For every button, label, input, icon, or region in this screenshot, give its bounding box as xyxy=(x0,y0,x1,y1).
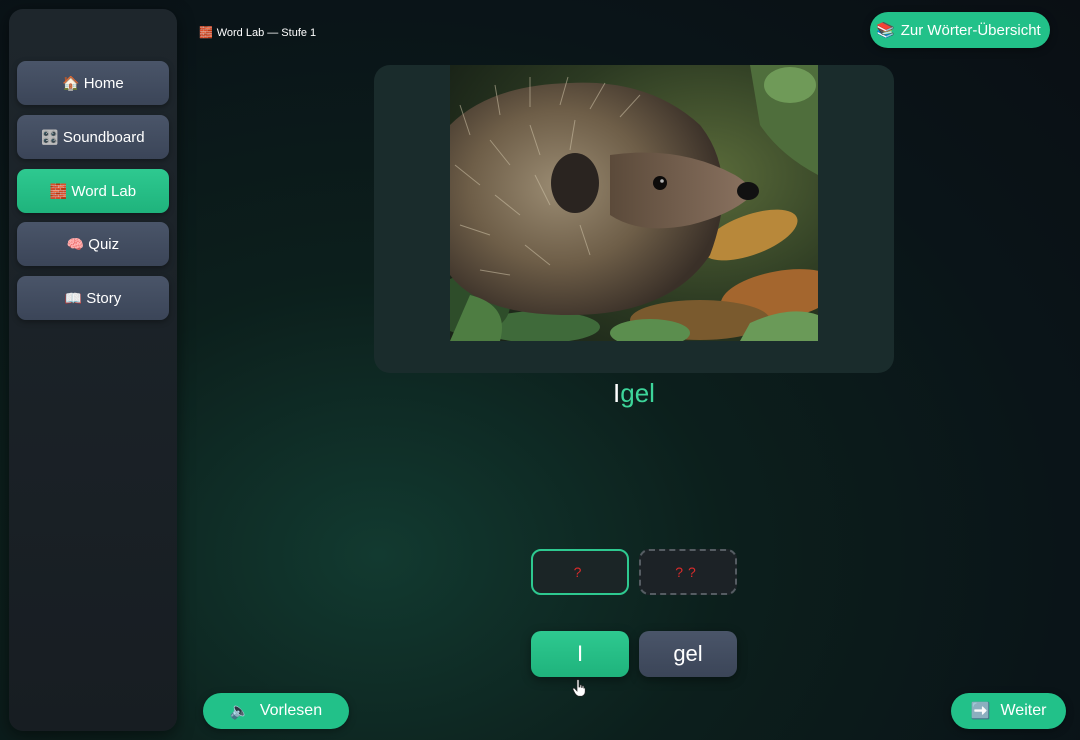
next-label: Weiter xyxy=(1000,702,1047,719)
answer-slot-2[interactable]: ?? xyxy=(639,549,737,595)
sidebar-item-label: Soundboard xyxy=(62,128,145,146)
sidebar-item-soundboard[interactable]: 🎛️ Soundboard xyxy=(17,115,169,159)
word-overview-label: Zur Wörter-Übersicht xyxy=(900,21,1041,39)
sidebar-item-label: Word Lab xyxy=(71,182,137,200)
speaker-icon: 🔈 xyxy=(229,703,250,720)
sidebar: 🏠 Home 🎛️ Soundboard 🧱 Word Lab 🧠 Quiz 📖… xyxy=(9,9,177,731)
books-icon: 📚 xyxy=(876,22,895,39)
sidebar-item-label: Home xyxy=(83,74,124,92)
sidebar-item-word-lab[interactable]: 🧱 Word Lab xyxy=(17,169,169,213)
hand-cursor-icon xyxy=(572,679,586,697)
word-overview-button[interactable]: 📚 Zur Wörter-Übersicht xyxy=(870,12,1050,48)
word-rest: gel xyxy=(620,378,655,408)
read-aloud-label: Vorlesen xyxy=(259,702,323,719)
brain-icon: 🧠 xyxy=(66,235,85,252)
syllable-tile-gel[interactable]: gel xyxy=(639,631,737,677)
target-word: Igel xyxy=(374,378,894,409)
sidebar-item-label: Story xyxy=(86,289,122,307)
read-aloud-button[interactable]: 🔈 Vorlesen xyxy=(203,693,349,729)
breadcrumb-text: Word Lab — Stufe 1 xyxy=(216,26,317,39)
bricks-icon: 🧱 xyxy=(49,182,68,199)
sidebar-item-label: Quiz xyxy=(88,235,120,253)
sidebar-item-story[interactable]: 📖 Story xyxy=(17,276,169,320)
house-icon: 🏠 xyxy=(62,74,80,91)
next-button[interactable]: ➡️ Weiter xyxy=(951,693,1066,729)
answer-slot-1[interactable]: ? xyxy=(531,549,629,595)
image-card xyxy=(374,65,894,373)
breadcrumb: 🧱 Word Lab — Stufe 1 xyxy=(199,26,317,40)
arrow-right-icon: ➡️ xyxy=(970,703,991,720)
book-icon: 📖 xyxy=(64,289,83,306)
sidebar-item-home[interactable]: 🏠 Home xyxy=(17,61,169,105)
bricks-icon: 🧱 xyxy=(199,27,213,39)
hedgehog-photo xyxy=(450,65,818,341)
control-knobs-icon: 🎛️ xyxy=(41,128,59,145)
syllable-tile-i[interactable]: I xyxy=(531,631,629,677)
sidebar-item-quiz[interactable]: 🧠 Quiz xyxy=(17,222,169,266)
